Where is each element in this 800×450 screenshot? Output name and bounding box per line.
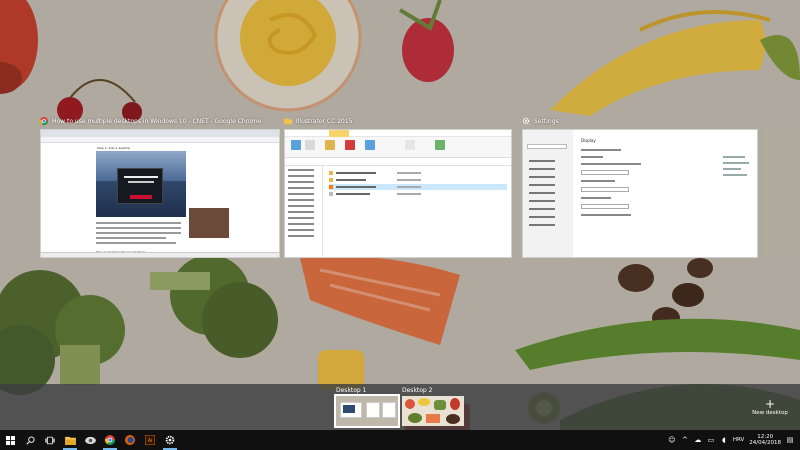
taskbar: Ai ☺ ^ ☁ ▭ ◖ HRV 12:20 24/04/2018 ▤ xyxy=(0,430,800,450)
window-explorer-title: Illustrator CC 2015 xyxy=(284,113,512,129)
new-desktop-label: New desktop xyxy=(752,410,788,416)
search-button[interactable] xyxy=(20,430,40,450)
desktop-1[interactable]: Desktop 1 xyxy=(334,384,400,428)
taskbar-firefox[interactable] xyxy=(120,430,140,450)
volume-icon[interactable]: ◖ xyxy=(720,436,728,444)
downloads-bar xyxy=(41,252,279,257)
language-indicator[interactable]: HRV xyxy=(733,437,744,443)
article-side-image xyxy=(189,208,229,238)
settings-display-page: Display xyxy=(581,138,641,221)
explorer-ribbon xyxy=(285,130,511,158)
plus-icon: + xyxy=(764,397,776,411)
taskbar-illustrator[interactable]: Ai xyxy=(140,430,160,450)
clock[interactable]: 12:20 24/04/2018 xyxy=(749,434,781,447)
taskbar-chrome[interactable] xyxy=(100,430,120,450)
taskbar-mail[interactable] xyxy=(80,430,100,450)
firefox-icon xyxy=(125,435,135,445)
task-view-icon xyxy=(45,436,55,444)
window-explorer-thumbnail[interactable] xyxy=(284,129,512,258)
tab-strip xyxy=(41,130,279,137)
chevron-up-icon[interactable]: ^ xyxy=(681,436,689,444)
explorer-file-list xyxy=(329,170,507,198)
settings-page-heading: Display xyxy=(581,138,596,143)
settings-sidebar xyxy=(523,130,573,257)
address-bar xyxy=(41,137,279,143)
illustrator-icon: Ai xyxy=(145,435,155,445)
window-title-text: Settings xyxy=(534,117,559,125)
network-icon[interactable]: ▭ xyxy=(707,436,715,444)
svg-text:Ai: Ai xyxy=(148,438,152,444)
taskbar-file-explorer[interactable] xyxy=(60,430,80,450)
window-chrome-title: How to use multiple desktops in Windows … xyxy=(40,113,280,129)
article-step-heading: Step 1: Add a desktop xyxy=(97,146,131,150)
notifications-icon[interactable]: ▤ xyxy=(786,436,794,444)
explorer-nav-pane xyxy=(285,166,323,257)
window-file-explorer[interactable]: Illustrator CC 2015 xyxy=(284,113,512,258)
window-settings[interactable]: Settings Display xyxy=(522,113,758,258)
settings-icon xyxy=(165,435,175,445)
task-view-button[interactable] xyxy=(40,430,60,450)
article-body-text xyxy=(96,222,181,247)
window-chrome-thumbnail[interactable]: Step 1: Add a desktop Step 2: Switch bet… xyxy=(40,129,280,258)
explorer-address-bar xyxy=(285,158,511,166)
onedrive-icon[interactable]: ☁ xyxy=(694,436,702,444)
window-settings-thumbnail[interactable]: Display xyxy=(522,129,758,258)
ribbon-tab-application-tools xyxy=(329,130,349,137)
settings-related-links xyxy=(723,156,749,180)
new-desktop-button[interactable]: + New desktop xyxy=(750,398,790,416)
folder-icon xyxy=(284,118,292,125)
window-chrome[interactable]: How to use multiple desktops in Windows … xyxy=(40,113,280,258)
desktop-label: Desktop 2 xyxy=(402,386,433,394)
virtual-desktops-bar: Desktop 1 Desktop 2 + New desktop xyxy=(0,384,800,430)
desktop-1-thumbnail[interactable] xyxy=(334,394,400,428)
mail-icon xyxy=(84,436,96,444)
file-explorer-icon xyxy=(64,436,76,445)
system-tray: ☺ ^ ☁ ▭ ◖ HRV 12:20 24/04/2018 ▤ xyxy=(668,434,800,447)
desktop-label: Desktop 1 xyxy=(336,386,367,394)
chrome-icon xyxy=(105,435,115,445)
taskbar-settings[interactable] xyxy=(160,430,180,450)
desktop-2[interactable]: Desktop 2 xyxy=(402,384,464,426)
window-title-text: How to use multiple desktops in Windows … xyxy=(52,117,262,125)
window-title-text: Illustrator CC 2015 xyxy=(296,117,353,125)
search-icon xyxy=(25,435,35,445)
article-popup xyxy=(117,168,163,204)
people-icon[interactable]: ☺ xyxy=(668,436,676,444)
desktop-2-thumbnail[interactable] xyxy=(402,396,464,426)
start-icon xyxy=(5,435,15,445)
gear-icon xyxy=(522,117,530,125)
window-settings-title: Settings xyxy=(522,113,758,129)
clock-date: 24/04/2018 xyxy=(749,440,781,446)
start-button[interactable] xyxy=(0,430,20,450)
chrome-icon xyxy=(40,117,48,125)
